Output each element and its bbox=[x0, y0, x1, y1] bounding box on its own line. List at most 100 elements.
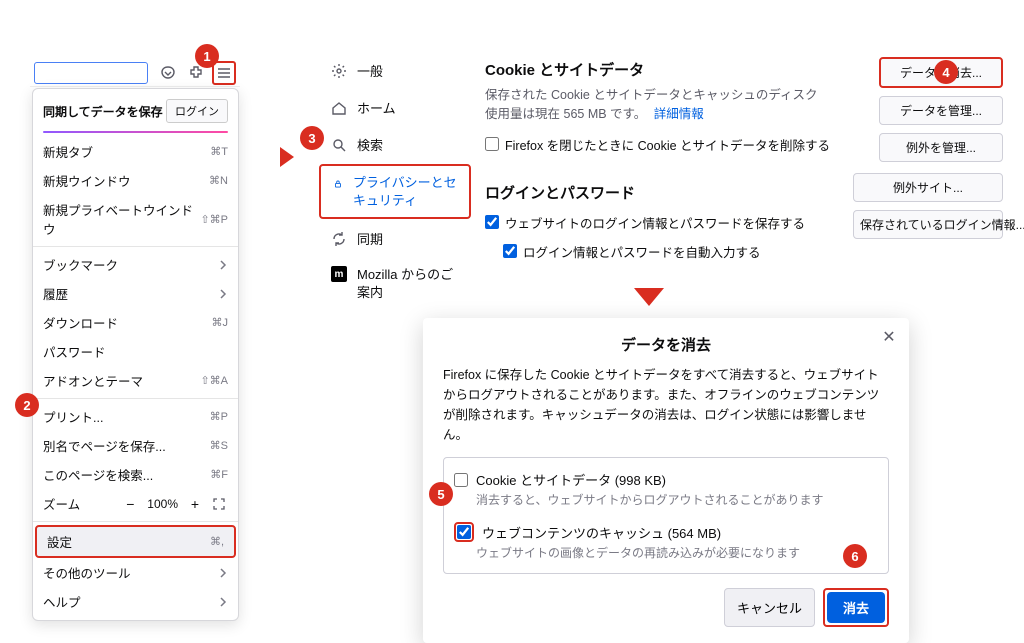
nav-home[interactable]: ホーム bbox=[319, 90, 471, 125]
logins-action-buttons: 例外サイト... 保存されているログイン情報... bbox=[853, 173, 1003, 239]
menu-settings[interactable]: 設定 ⌘, bbox=[35, 525, 236, 558]
menu-find[interactable]: このページを検索... ⌘F bbox=[33, 460, 238, 489]
zoom-label: ズーム bbox=[43, 494, 115, 513]
lock-icon bbox=[333, 176, 343, 192]
right-arrow-icon bbox=[280, 147, 294, 167]
checkbox-label: ウェブサイトのログイン情報とパスワードを保存する bbox=[505, 213, 805, 232]
shortcut: ⇧⌘P bbox=[200, 213, 228, 226]
nav-sync[interactable]: 同期 bbox=[319, 221, 471, 256]
sync-icon bbox=[331, 231, 347, 247]
nav-privacy[interactable]: プライバシーとセキュリティ bbox=[319, 164, 471, 219]
step-badge-3: 3 bbox=[300, 126, 324, 150]
shortcut: ⌘N bbox=[209, 174, 228, 187]
menu-label: 新規タブ bbox=[43, 142, 93, 161]
menu-label: ヘルプ bbox=[43, 592, 81, 611]
menu-separator bbox=[33, 246, 238, 247]
shortcut: ⌘P bbox=[210, 410, 228, 423]
pocket-icon[interactable] bbox=[156, 61, 180, 85]
menu-label: このページを検索... bbox=[43, 465, 153, 484]
search-icon bbox=[331, 137, 347, 153]
shortcut: ⌘F bbox=[210, 468, 228, 481]
close-button[interactable]: ✕ bbox=[879, 330, 899, 350]
nav-label: 検索 bbox=[357, 135, 383, 154]
menu-addons[interactable]: アドオンとテーマ⇧⌘A bbox=[33, 366, 238, 395]
menu-downloads[interactable]: ダウンロード⌘J bbox=[33, 308, 238, 337]
nav-general[interactable]: 一般 bbox=[319, 53, 471, 88]
autofill-row[interactable]: ログイン情報とパスワードを自動入力する bbox=[503, 242, 985, 261]
more-info-link[interactable]: 詳細情報 bbox=[654, 107, 704, 121]
step-badge-6: 6 bbox=[843, 544, 867, 568]
sync-divider bbox=[43, 131, 228, 133]
menu-label: 別名でページを保存... bbox=[43, 436, 166, 455]
menu-bookmarks[interactable]: ブックマーク bbox=[33, 250, 238, 279]
fullscreen-icon[interactable] bbox=[210, 495, 228, 513]
down-arrow-icon bbox=[634, 288, 664, 306]
menu-new-private-window[interactable]: 新規プライベートウインドウ⇧⌘P bbox=[33, 195, 238, 243]
clear-data-dialog: ✕ データを消去 Firefox に保存した Cookie とサイトデータをすべ… bbox=[423, 318, 909, 643]
text: 保存された Cookie とサイトデータとキャッシュのディスク使用量は現在 bbox=[485, 88, 817, 121]
cookies-checkbox[interactable] bbox=[454, 473, 468, 487]
manage-data-button[interactable]: データを管理... bbox=[879, 96, 1003, 125]
shortcut: ⇧⌘A bbox=[200, 374, 228, 387]
option-cookies-row[interactable]: Cookie とサイトデータ (998 KB) bbox=[454, 470, 878, 489]
option-cookies: Cookie とサイトデータ (998 KB) 消去すると、ウェブサイトからログ… bbox=[454, 466, 878, 512]
shortcut: ⌘, bbox=[210, 535, 224, 548]
menu-separator bbox=[33, 521, 238, 522]
checkbox-label: ログイン情報とパスワードを自動入力する bbox=[523, 242, 761, 261]
menu-print[interactable]: プリント... ⌘P bbox=[33, 402, 238, 431]
nav-label: 一般 bbox=[357, 61, 383, 80]
clear-button[interactable]: 消去 bbox=[827, 592, 885, 623]
menu-save-as[interactable]: 別名でページを保存... ⌘S bbox=[33, 431, 238, 460]
sync-title: 同期してデータを保存 bbox=[43, 103, 163, 120]
login-exceptions-button[interactable]: 例外サイト... bbox=[853, 173, 1003, 202]
shortcut: ⌘T bbox=[210, 145, 228, 158]
nav-search[interactable]: 検索 bbox=[319, 127, 471, 162]
step-badge-1: 1 bbox=[195, 44, 219, 68]
text: 565 MB です。 bbox=[564, 107, 647, 121]
delete-on-close-checkbox[interactable] bbox=[485, 137, 499, 151]
exceptions-button[interactable]: 例外を管理... bbox=[879, 133, 1003, 162]
home-icon bbox=[331, 100, 347, 116]
login-button[interactable]: ログイン bbox=[166, 99, 228, 123]
shortcut: ⌘J bbox=[212, 316, 229, 329]
menu-label: 新規プライベートウインドウ bbox=[43, 200, 200, 238]
url-bar[interactable] bbox=[34, 62, 148, 84]
nav-mozilla[interactable]: m Mozilla からのご案内 bbox=[319, 258, 471, 309]
menu-label: 新規ウインドウ bbox=[43, 171, 131, 190]
menu-label: ブックマーク bbox=[43, 255, 118, 274]
menu-new-tab[interactable]: 新規タブ ⌘T bbox=[33, 137, 238, 166]
gear-icon bbox=[331, 63, 347, 79]
clear-button-highlight: 消去 bbox=[823, 588, 889, 627]
option-desc: ウェブサイトの画像とデータの再読み込みが必要になります bbox=[476, 544, 878, 561]
step-badge-2: 2 bbox=[15, 393, 39, 417]
options-box: Cookie とサイトデータ (998 KB) 消去すると、ウェブサイトからログ… bbox=[443, 457, 889, 574]
menu-label: 設定 bbox=[47, 532, 72, 551]
menu-history[interactable]: 履歴 bbox=[33, 279, 238, 308]
cache-checkbox[interactable] bbox=[457, 525, 471, 539]
menu-label: 履歴 bbox=[43, 284, 68, 303]
cache-checkbox-wrap bbox=[454, 522, 474, 542]
mozilla-icon: m bbox=[331, 266, 347, 282]
cookies-text: 保存された Cookie とサイトデータとキャッシュのディスク使用量は現在 56… bbox=[485, 86, 820, 125]
menu-passwords[interactable]: パスワード bbox=[33, 337, 238, 366]
nav-label: ホーム bbox=[357, 98, 396, 117]
option-desc: 消去すると、ウェブサイトからログアウトされることがあります bbox=[476, 491, 878, 508]
zoom-out-button[interactable]: − bbox=[121, 495, 139, 513]
autofill-checkbox[interactable] bbox=[503, 244, 517, 258]
save-logins-checkbox[interactable] bbox=[485, 215, 499, 229]
menu-new-window[interactable]: 新規ウインドウ ⌘N bbox=[33, 166, 238, 195]
cancel-button[interactable]: キャンセル bbox=[724, 588, 815, 627]
menu-more-tools[interactable]: その他のツール bbox=[33, 558, 238, 587]
nav-label: 同期 bbox=[357, 229, 383, 248]
step-badge-4: 4 bbox=[934, 60, 958, 84]
shortcut: ⌘S bbox=[210, 439, 228, 452]
option-cache-row[interactable]: ウェブコンテンツのキャッシュ (564 MB) bbox=[454, 522, 878, 542]
zoom-percent: 100% bbox=[145, 497, 180, 511]
menu-help[interactable]: ヘルプ bbox=[33, 587, 238, 616]
settings-panel: 一般 ホーム 検索 プライバシーとセキュリティ 同期 m Mozilla からの… bbox=[315, 45, 995, 290]
zoom-in-button[interactable]: + bbox=[186, 495, 204, 513]
menu-label: プリント... bbox=[43, 407, 103, 426]
option-label: Cookie とサイトデータ (998 KB) bbox=[476, 470, 666, 489]
saved-logins-button[interactable]: 保存されているログイン情報... bbox=[853, 210, 1003, 239]
menu-separator bbox=[33, 398, 238, 399]
